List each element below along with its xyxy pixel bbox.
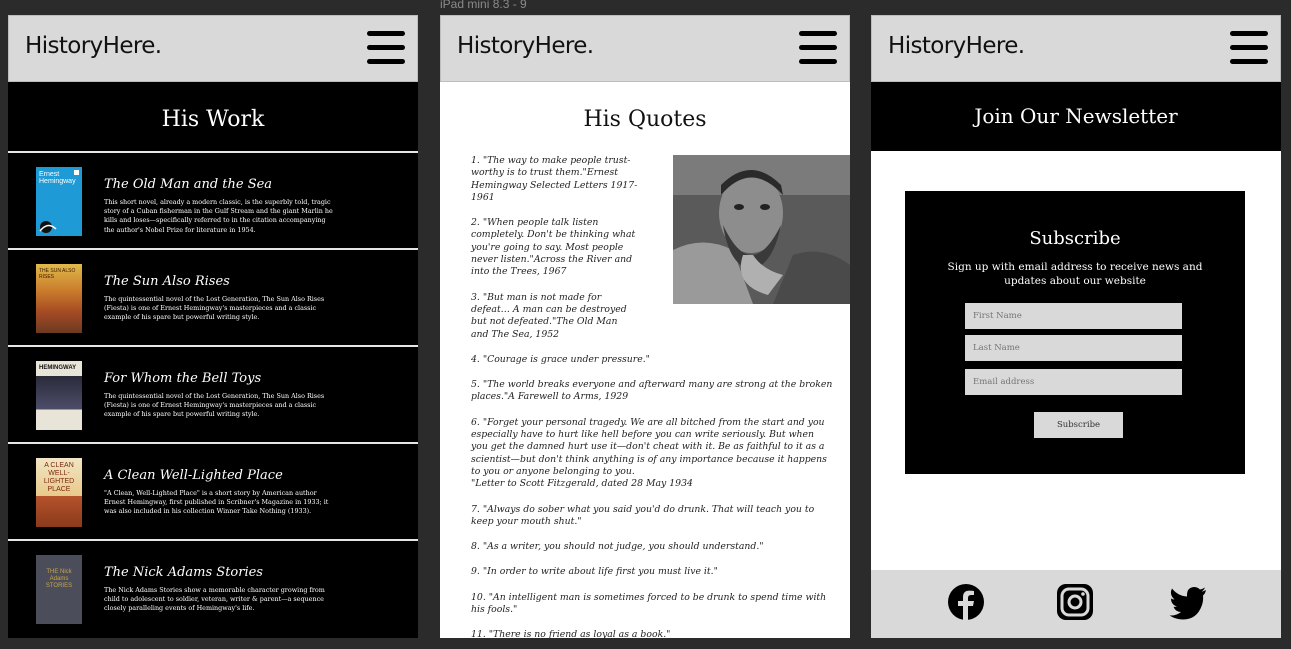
twitter-icon[interactable]	[1169, 583, 1207, 621]
book-item[interactable]: A CLEAN WELL-LIGHTED PLACE A Clean Well-…	[8, 442, 418, 538]
quote-item: 6. "Forget your personal tragedy. We are…	[471, 416, 827, 490]
newsletter-banner: Join Our Newsletter	[871, 82, 1281, 151]
quote-item: 5. "The world breaks everyone and afterw…	[471, 379, 833, 403]
email-field[interactable]	[965, 369, 1182, 395]
book-description: The quintessential novel of the Lost Gen…	[104, 295, 325, 322]
quotes-list: 1. "The way to make people trust-worthy …	[471, 155, 833, 638]
book-item[interactable]: THE Nick Adams STORIES The Nick Adams St…	[8, 539, 418, 635]
hamburger-menu-icon[interactable]	[367, 31, 405, 65]
book-item[interactable]: Ernest Hemingway The Old Man and the Sea…	[8, 151, 418, 247]
book-item[interactable]: HEMINGWAY For Whom the Bell Toys The qui…	[8, 345, 418, 441]
instagram-icon[interactable]	[1056, 583, 1094, 621]
hamburger-menu-icon[interactable]	[799, 31, 837, 65]
book-title[interactable]: A Clean Well-Lighted Place	[104, 468, 283, 483]
book-cover-image: THE Nick Adams STORIES	[36, 555, 82, 624]
quote-item: 10. "An intelligent man is sometimes for…	[471, 591, 827, 616]
frame-his-quotes: HistoryHere. His Quotes 1. "The way to m…	[440, 15, 850, 638]
site-header: HistoryHere.	[8, 15, 418, 82]
site-logo[interactable]: HistoryHere.	[25, 33, 162, 59]
book-description: This short novel, already a modern class…	[104, 198, 333, 234]
first-name-field[interactable]	[965, 303, 1182, 329]
book-cover-image: HEMINGWAY	[36, 361, 82, 430]
newsletter-banner-title: Join Our Newsletter	[974, 104, 1178, 128]
facebook-icon[interactable]	[947, 583, 985, 621]
book-item[interactable]: THE SUN ALSO RISES The Sun Also Rises Th…	[8, 248, 418, 344]
device-frame-label: iPad mini 8.3 - 9	[440, 0, 527, 11]
quote-item: 1. "The way to make people trust-worthy …	[471, 155, 638, 203]
hamburger-menu-icon[interactable]	[1230, 31, 1268, 65]
subscribe-description: Sign up with email address to receive ne…	[947, 261, 1203, 287]
subscribe-button[interactable]: Subscribe	[1034, 412, 1123, 438]
quote-item: 11. "There is no friend as loyal as a bo…	[471, 629, 671, 638]
quote-item: 4. "Courage is grace under pressure."	[471, 353, 650, 365]
quote-item: 7. "Always do sober what you said you'd …	[471, 503, 815, 527]
section-title-his-work: His Work	[161, 107, 265, 132]
book-cover-image: Ernest Hemingway	[36, 167, 82, 236]
site-logo[interactable]: HistoryHere.	[888, 33, 1025, 59]
site-logo[interactable]: HistoryHere.	[457, 33, 594, 59]
quote-item: 2. "When people talk listen completely. …	[471, 217, 636, 278]
book-title[interactable]: The Sun Also Rises	[104, 274, 230, 289]
book-description: The quintessential novel of the Lost Gen…	[104, 392, 325, 419]
frame-newsletter: HistoryHere. Join Our Newsletter Subscri…	[871, 15, 1281, 638]
quote-item: 3. "But man is not made for defeat… A ma…	[471, 291, 627, 340]
book-description: The Nick Adams Stories show a memorable …	[104, 586, 325, 613]
quote-item: 8. "As a writer, you should not judge, y…	[471, 541, 764, 553]
frame-his-work: HistoryHere. His Work Ernest Hemingway T…	[8, 15, 418, 638]
last-name-field[interactable]	[965, 335, 1182, 361]
section-title-his-quotes: His Quotes	[583, 107, 707, 132]
site-footer	[871, 570, 1281, 638]
book-cover-image: THE SUN ALSO RISES	[36, 264, 82, 333]
quote-item: 9. "In order to write about life first y…	[471, 566, 718, 578]
book-description: "A Clean, Well-Lighted Place" is a short…	[104, 489, 329, 516]
site-header: HistoryHere.	[440, 15, 850, 82]
book-cover-image: A CLEAN WELL-LIGHTED PLACE	[36, 458, 82, 527]
book-title[interactable]: The Old Man and the Sea	[104, 177, 272, 192]
subscribe-form: Subscribe Sign up with email address to …	[905, 191, 1245, 474]
subscribe-title: Subscribe	[1029, 228, 1121, 249]
site-header: HistoryHere.	[871, 15, 1281, 82]
book-title[interactable]: For Whom the Bell Toys	[104, 371, 261, 386]
book-title[interactable]: The Nick Adams Stories	[104, 565, 263, 580]
